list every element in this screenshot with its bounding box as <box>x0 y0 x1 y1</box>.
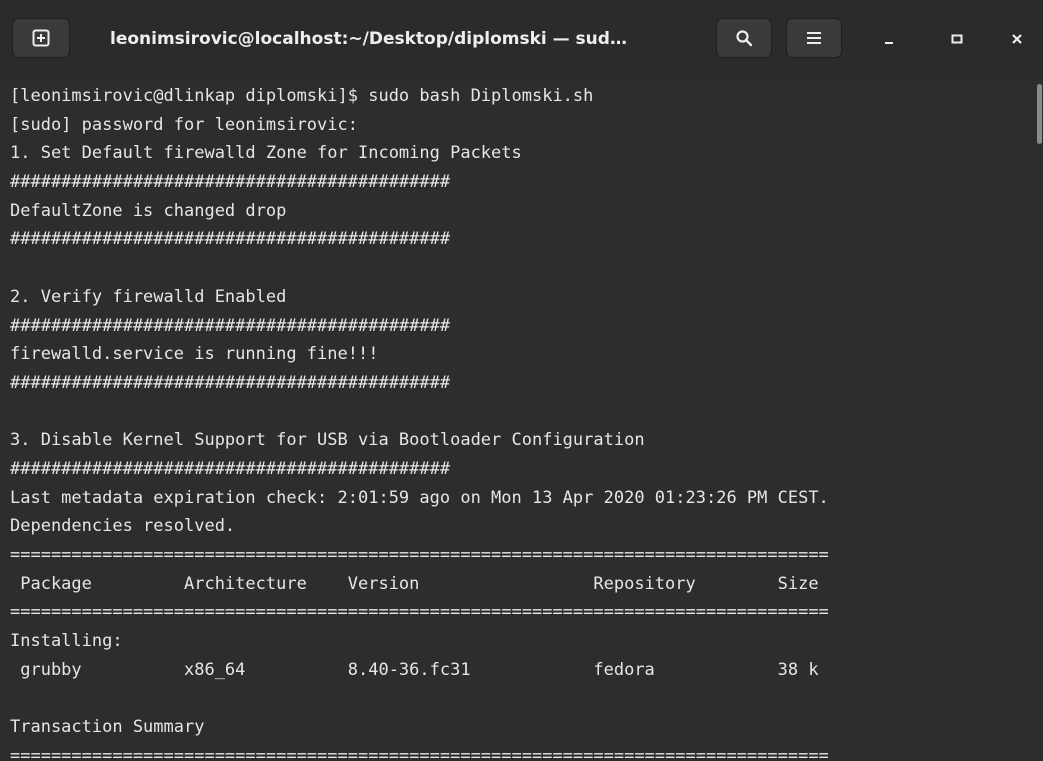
hamburger-menu-icon <box>807 32 821 44</box>
scrollbar[interactable] <box>1036 84 1043 761</box>
new-tab-icon <box>32 29 50 47</box>
terminal-line: Last metadata expiration check: 2:01:59 … <box>10 487 829 508</box>
terminal-line: ========================================… <box>10 545 829 565</box>
terminal-line: DefaultZone is changed drop <box>10 200 287 221</box>
search-button[interactable] <box>716 18 772 58</box>
terminal-line: 1. Set Default firewalld Zone for Incomi… <box>10 143 522 164</box>
maximize-button[interactable] <box>940 24 974 54</box>
menu-button[interactable] <box>786 18 842 58</box>
maximize-icon <box>951 34 963 44</box>
terminal-line: ########################################… <box>10 372 451 393</box>
terminal-line: ########################################… <box>10 172 451 193</box>
terminal-line: Dependencies resolved. <box>10 516 236 537</box>
terminal-output[interactable]: [leonimsirovic@dlinkap diplomski]$ sudo … <box>0 80 1043 761</box>
terminal-line: ########################################… <box>10 315 451 336</box>
minimize-icon <box>885 42 893 44</box>
terminal-line: ========================================… <box>10 602 829 623</box>
terminal-line: Package Architecture Version Repository … <box>10 573 819 594</box>
terminal-line: Transaction Summary <box>10 717 205 738</box>
title-bar[interactable]: leonimsirovic@localhost:~/Desktop/diplom… <box>0 0 1043 80</box>
terminal-window: leonimsirovic@localhost:~/Desktop/diplom… <box>0 0 1043 761</box>
search-icon <box>736 30 753 47</box>
close-button[interactable] <box>1000 24 1034 54</box>
new-tab-button[interactable] <box>12 18 70 58</box>
terminal-line: grubby x86_64 8.40-36.fc31 fedora 38 k <box>10 659 819 680</box>
terminal-line: firewalld.service is running fine!!! <box>10 344 379 365</box>
terminal-lines: [leonimsirovic@dlinkap diplomski]$ sudo … <box>10 82 829 761</box>
terminal-line: [leonimsirovic@dlinkap diplomski]$ sudo … <box>10 86 594 106</box>
terminal-line: Installing: <box>10 631 123 652</box>
scrollbar-thumb[interactable] <box>1037 84 1042 144</box>
window-title: leonimsirovic@localhost:~/Desktop/diplom… <box>110 29 627 49</box>
terminal-line: ########################################… <box>10 458 451 479</box>
close-icon <box>1012 34 1022 44</box>
minimize-button[interactable] <box>872 24 906 54</box>
terminal-line: [sudo] password for leonimsirovic: <box>10 114 358 135</box>
terminal-line: 3. Disable Kernel Support for USB via Bo… <box>10 430 645 451</box>
terminal-line: ########################################… <box>10 229 451 250</box>
terminal-line: ========================================… <box>10 745 829 761</box>
terminal-line: 2. Verify firewalld Enabled <box>10 286 287 307</box>
